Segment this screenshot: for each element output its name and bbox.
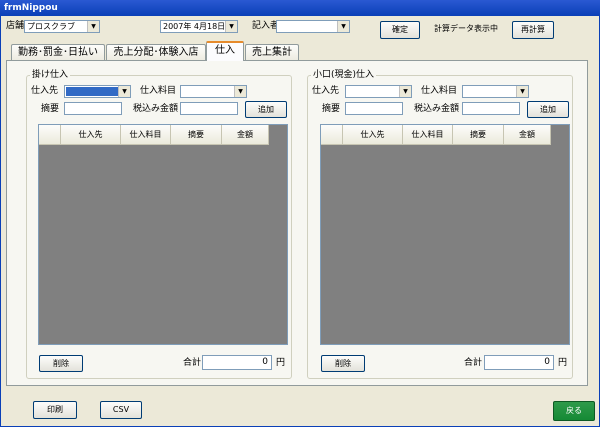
grid-corner [321, 125, 343, 145]
back-button[interactable]: 戻る [553, 401, 595, 421]
store-select-value: プロスクラブ [27, 22, 75, 31]
recalc-button[interactable]: 再計算 [512, 21, 554, 39]
tab-purchases[interactable]: 仕入 [206, 41, 244, 61]
credit-amount-input[interactable] [180, 102, 238, 115]
chevron-down-icon[interactable]: ▼ [118, 86, 130, 97]
chevron-down-icon[interactable]: ▼ [399, 86, 411, 97]
author-select[interactable]: ▼ [276, 20, 350, 33]
cash-delete-button[interactable]: 削除 [321, 355, 365, 372]
csv-button[interactable]: CSV [100, 401, 142, 419]
cash-item-select[interactable]: ▼ [462, 85, 529, 98]
credit-total-yen: 円 [276, 358, 286, 368]
chevron-down-icon[interactable]: ▼ [87, 21, 99, 32]
grid-header-item[interactable]: 仕入料目 [403, 125, 453, 145]
cash-summary-input[interactable] [345, 102, 403, 115]
grid-header-supplier[interactable]: 仕入先 [61, 125, 121, 145]
credit-summary-input[interactable] [64, 102, 122, 115]
grid-header-amount[interactable]: 金額 [504, 125, 551, 145]
credit-add-button[interactable]: 追加 [245, 101, 287, 118]
confirm-button[interactable]: 確定 [380, 21, 420, 39]
chevron-down-icon[interactable]: ▼ [234, 86, 246, 97]
cash-total-value: 0 [484, 355, 554, 370]
chevron-down-icon[interactable]: ▼ [516, 86, 528, 97]
credit-supplier-selection [66, 87, 118, 96]
cash-total-label: 合計 [464, 358, 483, 368]
credit-item-label: 仕入料目 [140, 86, 177, 96]
store-label: 店舗 [6, 21, 25, 31]
chevron-down-icon[interactable]: ▼ [225, 21, 237, 32]
tab-attendance[interactable]: 勤務･罰金･日払い [11, 44, 105, 61]
cash-amount-input[interactable] [462, 102, 520, 115]
tab-sales-distribution[interactable]: 売上分配･体験入店 [106, 44, 206, 61]
tab-sales-summary[interactable]: 売上集計 [245, 44, 299, 61]
credit-supplier-select[interactable]: ▼ [64, 85, 131, 98]
store-select[interactable]: プロスクラブ ▼ [24, 20, 100, 33]
cash-purchase-grid[interactable]: 仕入先 仕入料目 摘要 金額 [320, 124, 570, 345]
grid-header-amount[interactable]: 金額 [222, 125, 269, 145]
print-button[interactable]: 印刷 [33, 401, 77, 419]
cash-supplier-label: 仕入先 [312, 86, 340, 96]
date-picker[interactable]: 2007年 4月18日 ▼ [160, 20, 238, 33]
credit-amount-label: 税込み金額 [133, 104, 179, 114]
cash-item-label: 仕入料目 [421, 86, 458, 96]
chevron-down-icon[interactable]: ▼ [337, 21, 349, 32]
credit-total-value: 0 [202, 355, 272, 370]
grid-header-summary[interactable]: 摘要 [171, 125, 222, 145]
grid-corner [39, 125, 61, 145]
cash-add-button[interactable]: 追加 [527, 101, 569, 118]
credit-item-select[interactable]: ▼ [180, 85, 247, 98]
credit-total-label: 合計 [183, 358, 202, 368]
cash-summary-label: 摘要 [322, 104, 341, 114]
window-title: frmNippou [0, 0, 600, 16]
cash-total-yen: 円 [558, 358, 568, 368]
grid-header-supplier[interactable]: 仕入先 [343, 125, 403, 145]
cash-amount-label: 税込み金額 [414, 104, 460, 114]
credit-group-title: 掛け仕入 [30, 70, 71, 80]
credit-purchase-grid[interactable]: 仕入先 仕入料目 摘要 金額 [38, 124, 288, 345]
credit-delete-button[interactable]: 削除 [39, 355, 83, 372]
credit-supplier-label: 仕入先 [31, 86, 59, 96]
cash-supplier-select[interactable]: ▼ [345, 85, 412, 98]
date-picker-value: 2007年 4月18日 [163, 22, 226, 31]
cash-group-title: 小口(現金)仕入 [311, 70, 377, 80]
author-label: 記入者 [252, 21, 280, 31]
status-text: 計算データ表示中 [434, 24, 498, 33]
credit-summary-label: 摘要 [41, 104, 60, 114]
grid-header-summary[interactable]: 摘要 [453, 125, 504, 145]
grid-header-item[interactable]: 仕入料目 [121, 125, 171, 145]
